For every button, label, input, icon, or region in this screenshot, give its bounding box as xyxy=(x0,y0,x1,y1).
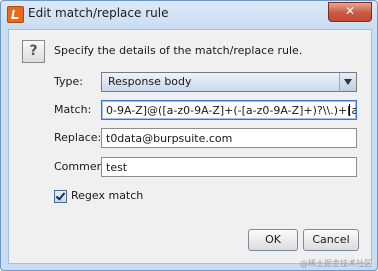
match-input-value: 0-9A-Z]@([a-z0-9A-Z]+(-[a-z0-9A-Z]+)?\\.… xyxy=(106,104,357,117)
regex-match-checkbox[interactable] xyxy=(54,190,67,203)
ok-button[interactable]: OK xyxy=(248,229,298,251)
app-icon xyxy=(7,6,24,23)
match-input[interactable]: 0-9A-Z]@([a-z0-9A-Z]+(-[a-z0-9A-Z]+)?\\.… xyxy=(101,100,357,120)
watermark: @稀土掘金技术社区 xyxy=(300,259,372,268)
dialog-window: Edit match/replace rule ✕ ? Specify the … xyxy=(0,0,378,271)
match-label: Match: xyxy=(54,103,92,116)
cancel-button[interactable]: Cancel xyxy=(303,229,359,251)
dialog-content: ? Specify the details of the match/repla… xyxy=(8,29,372,264)
comment-input-value: test xyxy=(106,161,128,174)
chevron-down-icon[interactable] xyxy=(339,73,356,91)
type-dropdown-value: Response body xyxy=(108,75,192,88)
help-icon: ? xyxy=(22,40,45,63)
type-dropdown[interactable]: Response body xyxy=(101,72,357,92)
title-bar[interactable]: Edit match/replace rule ✕ xyxy=(1,1,377,27)
close-button[interactable]: ✕ xyxy=(328,2,372,22)
text-caret xyxy=(349,104,350,116)
replace-label: Replace: xyxy=(54,131,102,144)
replace-input-value: t0data@burpsuite.com xyxy=(106,132,233,145)
replace-input[interactable]: t0data@burpsuite.com xyxy=(101,128,357,148)
type-label: Type: xyxy=(54,75,83,88)
window-title: Edit match/replace rule xyxy=(28,6,169,20)
regex-match-label[interactable]: Regex match xyxy=(71,189,143,202)
description-text: Specify the details of the match/replace… xyxy=(54,44,303,57)
comment-input[interactable]: test xyxy=(101,157,357,177)
